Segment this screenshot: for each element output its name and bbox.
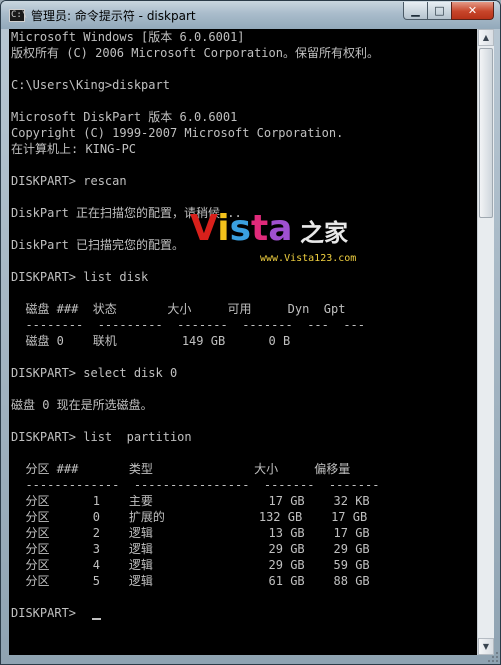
console-line: 分区 0 扩展的 132 GB 17 GB bbox=[11, 510, 368, 524]
console-line: Copyright (C) 1999-2007 Microsoft Corpor… bbox=[11, 126, 344, 140]
console-line: 分区 1 主要 17 GB 32 KB bbox=[11, 494, 370, 508]
command-prompt-window: C:\ 管理员: 命令提示符 - diskpart ▁ □ ✕ Microsof… bbox=[0, 0, 501, 665]
console-line: Microsoft DiskPart 版本 6.0.6001 bbox=[11, 110, 238, 124]
console-line: 分区 3 逻辑 29 GB 29 GB bbox=[11, 542, 370, 556]
console-lines: Microsoft Windows [版本 6.0.6001] 版权所有 (C) … bbox=[11, 29, 379, 621]
scroll-up-arrow-icon[interactable]: ▲ bbox=[478, 29, 494, 46]
console-line: 磁盘 0 联机 149 GB 0 B bbox=[11, 334, 291, 348]
console-output[interactable]: Microsoft Windows [版本 6.0.6001] 版权所有 (C) … bbox=[9, 29, 477, 655]
maximize-button[interactable]: □ bbox=[427, 2, 452, 20]
window-title: 管理员: 命令提示符 - diskpart bbox=[31, 9, 196, 23]
console-line: 在计算机上: KING-PC bbox=[11, 142, 137, 156]
console-line: C:\Users\King>diskpart bbox=[11, 78, 170, 92]
console-line: 磁盘 ### 状态 大小 可用 Dyn Gpt bbox=[11, 302, 346, 316]
console-line: DISKPART> rescan bbox=[11, 174, 127, 188]
console-line: Microsoft Windows [版本 6.0.6001] bbox=[11, 30, 245, 44]
command-prompt-icon[interactable]: C:\ bbox=[9, 9, 27, 22]
console-line: DiskPart 已扫描完您的配置。 bbox=[11, 238, 185, 252]
text-cursor bbox=[92, 618, 101, 620]
console-line: 分区 ### 类型 大小 偏移量 bbox=[11, 462, 351, 476]
console-line: DISKPART> list disk bbox=[11, 270, 149, 284]
console-line: DISKPART> list partition bbox=[11, 430, 192, 444]
minimize-button[interactable]: ▁ bbox=[403, 2, 428, 20]
scroll-thumb[interactable] bbox=[479, 48, 493, 218]
console-line: DISKPART> bbox=[11, 606, 84, 620]
close-button[interactable]: ✕ bbox=[451, 2, 494, 20]
resize-grip-icon[interactable] bbox=[487, 651, 499, 663]
console-line: ------------- ---------------- ------- -… bbox=[11, 478, 380, 492]
console-line: 分区 5 逻辑 61 GB 88 GB bbox=[11, 574, 370, 588]
console-line: 分区 2 逻辑 13 GB 17 GB bbox=[11, 526, 370, 540]
console-line: DiskPart 正在扫描您的配置，请稍候... bbox=[11, 206, 242, 220]
console-line: -------- --------- ------- ------- --- -… bbox=[11, 318, 366, 332]
console-line: 磁盘 0 现在是所选磁盘。 bbox=[11, 398, 153, 412]
vertical-scrollbar[interactable]: ▲ ▼ bbox=[477, 29, 494, 655]
console-line: 分区 4 逻辑 29 GB 59 GB bbox=[11, 558, 370, 572]
console-line: DISKPART> select disk 0 bbox=[11, 366, 178, 380]
console-line: 版权所有 (C) 2006 Microsoft Corporation。保留所有… bbox=[11, 46, 379, 60]
title-bar[interactable]: C:\ 管理员: 命令提示符 - diskpart ▁ □ ✕ bbox=[1, 1, 500, 29]
